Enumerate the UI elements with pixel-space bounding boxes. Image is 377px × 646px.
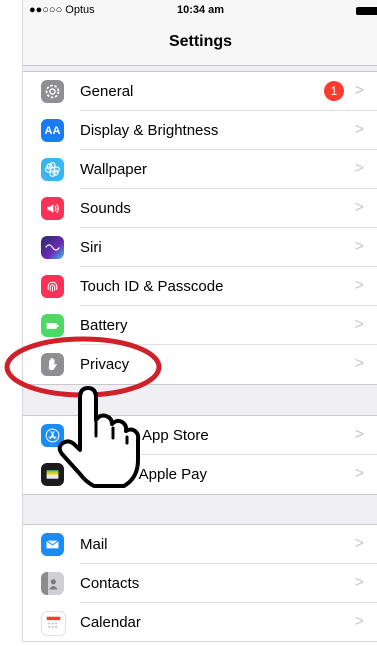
chevron-right-icon: >: [354, 613, 364, 630]
hand-icon: [41, 353, 64, 376]
settings-row-label: iTunes & App Store: [80, 427, 209, 444]
settings-row-wallet-apple-pay[interactable]: Wallet & Apple Pay >: [23, 455, 377, 494]
settings-row-label: Contacts: [80, 575, 140, 592]
settings-row-calendar[interactable]: Calendar >: [23, 603, 377, 641]
speaker-icon: [41, 197, 64, 220]
settings-row-label: Wallpaper: [80, 161, 147, 178]
settings-row-display-brightness[interactable]: AA Display & Brightness >: [23, 111, 377, 150]
battery-indicator-icon: [356, 7, 377, 15]
contacts-icon: [41, 572, 64, 595]
chevron-right-icon: >: [354, 121, 364, 138]
settings-row-wallpaper[interactable]: Wallpaper >: [23, 150, 377, 189]
settings-row-label: Mail: [80, 536, 108, 553]
mail-icon: [41, 533, 64, 556]
chevron-right-icon: >: [354, 199, 364, 216]
settings-row-label: Siri: [80, 239, 102, 256]
settings-row-label: General: [80, 83, 134, 100]
settings-row-label: Wallet & Apple Pay: [80, 466, 208, 483]
chevron-right-icon: >: [354, 238, 364, 255]
settings-group-apps: Mail > Contacts > Calendar >: [23, 524, 377, 641]
wallet-icon: [41, 463, 64, 486]
fingerprint-icon: [41, 275, 64, 298]
chevron-right-icon: >: [354, 82, 364, 99]
settings-row-contacts[interactable]: Contacts >: [23, 564, 377, 603]
gear-icon: [41, 80, 64, 103]
settings-row-label: Calendar: [80, 614, 141, 631]
chevron-right-icon: >: [354, 277, 364, 294]
clock: 10:34 am: [176, 4, 225, 16]
settings-row-label: Battery: [80, 317, 128, 334]
settings-row-battery[interactable]: Battery >: [23, 306, 377, 345]
settings-row-privacy[interactable]: Privacy >: [23, 345, 377, 384]
chevron-right-icon: >: [354, 355, 364, 372]
settings-row-siri[interactable]: Siri >: [23, 228, 377, 267]
siri-icon: [41, 236, 64, 259]
settings-row-label: Privacy: [80, 356, 130, 373]
calendar-icon: [41, 611, 66, 636]
settings-row-sounds[interactable]: Sounds >: [23, 189, 377, 228]
text-size-icon: AA: [41, 119, 64, 142]
settings-group-main: General 1 > AA Display & Brightness > Wa…: [23, 71, 377, 385]
chevron-right-icon: >: [354, 316, 364, 333]
settings-row-label: Sounds: [80, 200, 131, 217]
status-bar: ●●○○○ Optus 10:34 am: [23, 0, 377, 20]
chevron-right-icon: >: [354, 535, 364, 552]
settings-row-general[interactable]: General 1 >: [23, 72, 377, 111]
chevron-right-icon: >: [354, 465, 364, 482]
settings-group-store: iTunes & App Store > Wallet & Apple Pay …: [23, 415, 377, 495]
settings-row-touch-id-passcode[interactable]: Touch ID & Passcode >: [23, 267, 377, 306]
notification-badge: 1: [324, 81, 344, 101]
settings-row-label: Touch ID & Passcode: [80, 278, 224, 295]
navigation-bar: Settings: [23, 20, 377, 66]
chevron-right-icon: >: [354, 160, 364, 177]
phone-screen: ●●○○○ Optus 10:34 am Settings General 1 …: [22, 0, 377, 642]
chevron-right-icon: >: [354, 574, 364, 591]
battery-icon: [41, 314, 64, 337]
settings-row-label: Display & Brightness: [80, 122, 219, 139]
page-title: Settings: [168, 33, 233, 50]
settings-row-itunes-app-store[interactable]: iTunes & App Store >: [23, 416, 377, 455]
chevron-right-icon: >: [354, 426, 364, 443]
app-store-icon: [41, 424, 64, 447]
settings-row-mail[interactable]: Mail >: [23, 525, 377, 564]
flower-icon: [41, 158, 64, 181]
